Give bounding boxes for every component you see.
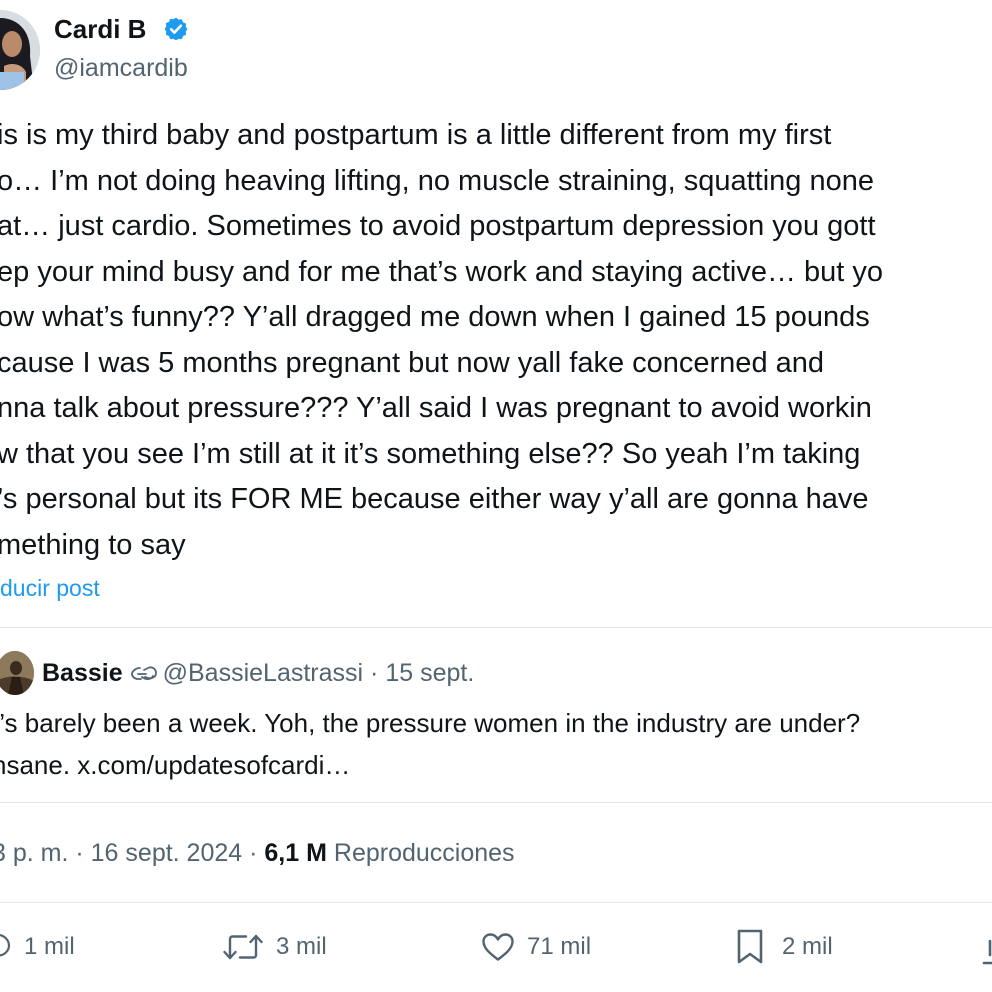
author-handle[interactable]: @iamcardib xyxy=(54,52,188,84)
bookmark-icon xyxy=(737,929,763,964)
like-button[interactable]: 71 mil xyxy=(481,926,591,968)
tweet-line: w that you see I’m still at it it’s some… xyxy=(0,437,861,470)
tweet-line: ’s personal but its FOR ME because eithe… xyxy=(0,483,869,515)
bookmark-count: 2 mil xyxy=(782,933,833,960)
tweet-line: nna talk about pressure??? Y’all said I … xyxy=(0,392,872,424)
separator-dot: · xyxy=(75,839,84,867)
tweet-text: is is my third baby and postpartum is a … xyxy=(0,113,992,568)
separator-dot: · xyxy=(249,839,258,867)
tweet-line: mething to say xyxy=(0,528,186,561)
quoted-author-name[interactable]: Bassie xyxy=(42,659,123,687)
post-date[interactable]: 16 sept. 2024 xyxy=(91,839,243,867)
quoted-line: nsane. x.com/updatesofcardi… xyxy=(0,750,351,780)
repost-button[interactable]: 3 mil xyxy=(222,926,327,968)
post-meta: 3 p. m. · 16 sept. 2024 · 6,1 M Reproduc… xyxy=(0,835,515,871)
verified-badge-icon xyxy=(163,16,189,42)
quoted-post-header: Bassie @BassieLastrassi · 15 sept. xyxy=(42,656,474,690)
quoted-post-text[interactable]: t’s barely been a week. Yoh, the pressur… xyxy=(0,702,992,786)
share-icon xyxy=(982,939,992,965)
tweet-line: ep your mind busy and for me that’s work… xyxy=(0,255,884,288)
views-count: 6,1 M xyxy=(264,839,327,867)
avatar-image xyxy=(0,10,40,90)
reply-icon xyxy=(0,934,11,957)
post-time[interactable]: 3 p. m. xyxy=(0,839,68,867)
author-avatar[interactable] xyxy=(0,10,40,90)
divider xyxy=(0,902,992,903)
repost-icon xyxy=(223,934,263,960)
divider xyxy=(0,802,992,803)
divider xyxy=(0,627,992,628)
reply-button[interactable]: 1 mil xyxy=(0,926,75,968)
link-chain-icon xyxy=(129,659,159,681)
views-label[interactable]: Reproducciones xyxy=(334,839,515,867)
tweet-line: ow what’s funny?? Y’all dragged me down … xyxy=(0,301,870,333)
author-display-name[interactable]: Cardi B xyxy=(54,12,146,46)
translate-post-link[interactable]: ducir post xyxy=(0,572,100,604)
reply-count: 1 mil xyxy=(24,933,75,960)
quoted-avatar-image xyxy=(0,651,34,695)
tweet-line: o… I’m not doing heaving lifting, no mus… xyxy=(0,164,874,197)
like-count: 71 mil xyxy=(527,933,592,960)
quoted-line: t’s barely been a week. Yoh, the pressur… xyxy=(0,708,861,738)
bookmark-button[interactable]: 2 mil xyxy=(736,926,833,968)
repost-count: 3 mil xyxy=(276,933,327,960)
quoted-author-avatar[interactable] xyxy=(0,651,34,695)
tweet-line: cause I was 5 months pregnant but now ya… xyxy=(0,346,825,379)
quoted-post-date[interactable]: 15 sept. xyxy=(385,659,474,687)
tweet-line: is is my third baby and postpartum is a … xyxy=(0,119,832,151)
share-button[interactable] xyxy=(976,926,992,968)
tweet-line: at… just cardio. Sometimes to avoid post… xyxy=(0,210,876,242)
quoted-author-handle[interactable]: @BassieLastrassi xyxy=(163,659,363,687)
like-icon xyxy=(482,933,514,961)
